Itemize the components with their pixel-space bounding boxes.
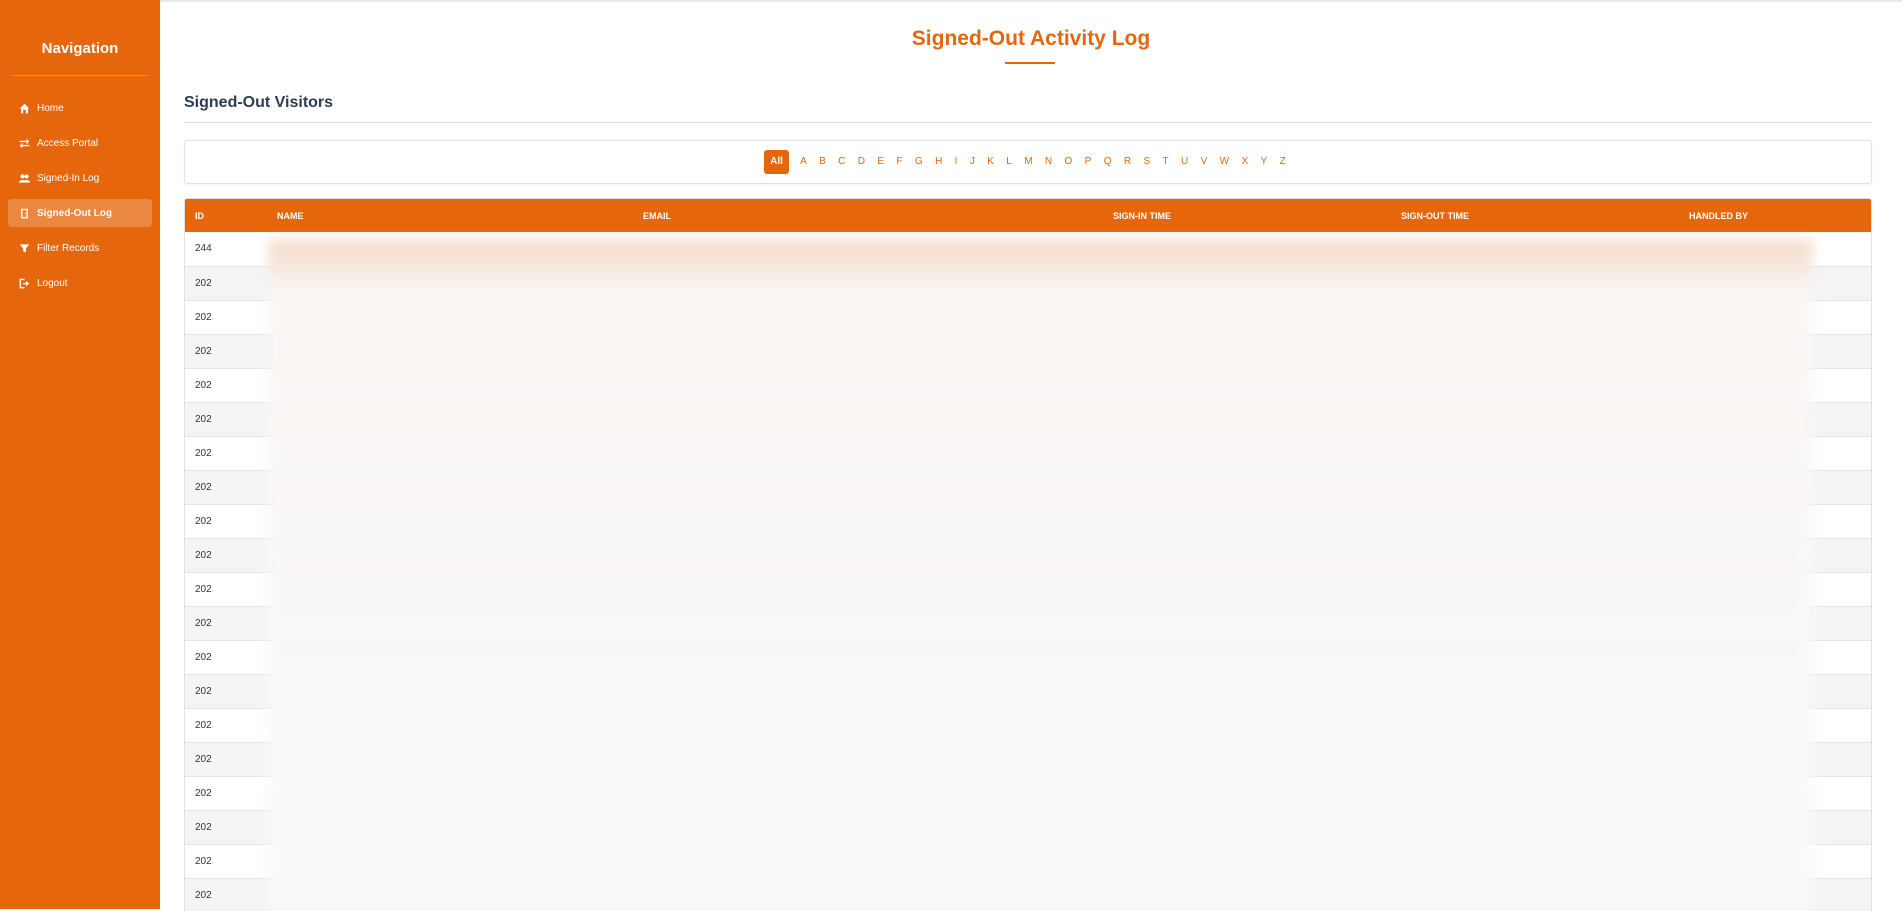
alphabet-filter-f[interactable]: F [890,150,908,174]
cell-id: 202 [185,266,267,301]
door-icon [18,207,30,219]
alphabet-filter-n[interactable]: N [1039,150,1059,174]
redacted-content-blur [268,240,1813,909]
cell-id: 202 [185,708,267,743]
title-underline [1005,62,1055,64]
cell-id: 202 [185,504,267,539]
alphabet-filter-s[interactable]: S [1137,150,1156,174]
column-header-id[interactable]: ID [185,199,267,232]
section-divider [184,122,1872,123]
cell-id: 244 [185,232,267,267]
column-header-name[interactable]: NAME [267,199,633,232]
alphabet-filter-d[interactable]: D [852,150,872,174]
cell-id: 202 [185,402,267,437]
cell-id: 202 [185,640,267,675]
alphabet-filter-c[interactable]: C [832,150,852,174]
column-header-email[interactable]: EMAIL [633,199,1103,232]
sidebar-title: Navigation [12,40,148,76]
filter-icon [18,242,30,254]
alphabet-filter-p[interactable]: P [1078,150,1097,174]
alphabet-filter-t[interactable]: T [1156,150,1174,174]
alphabet-filter-v[interactable]: V [1194,150,1213,174]
sidebar-item-label: Home [37,102,64,114]
alphabet-filter-all[interactable]: All [764,150,789,174]
alphabet-filter-j[interactable]: J [964,150,981,174]
column-header-sign-out-time[interactable]: SIGN-OUT TIME [1391,199,1679,232]
table-header-row: ID NAME EMAIL SIGN-IN TIME SIGN-OUT TIME… [185,199,1871,232]
sidebar-item-signed-out-log[interactable]: Signed-Out Log [8,199,152,227]
users-icon [18,172,30,184]
section-title: Signed-Out Visitors [184,94,334,111]
cell-id: 202 [185,470,267,505]
alphabet-filter-q[interactable]: Q [1098,150,1118,174]
alphabet-filter-l[interactable]: L [1000,150,1018,174]
sidebar-item-label: Access Portal [37,137,99,149]
alphabet-filter-i[interactable]: I [948,150,963,174]
sidebar-item-access-portal[interactable]: Access Portal [8,129,152,157]
alphabet-filter-x[interactable]: X [1235,150,1254,174]
cell-id: 202 [185,436,267,471]
cell-id: 202 [185,674,267,709]
cell-id: 202 [185,334,267,369]
column-header-handled-by[interactable]: HANDLED BY [1679,199,1871,232]
cell-id: 202 [185,878,267,911]
exchange-icon [18,137,30,149]
cell-id: 202 [185,742,267,777]
alphabet-filter-g[interactable]: G [909,150,929,174]
alphabet-filter: All A B C D E F G H I J K L M N O P Q R S T U V W X Y Z [184,140,1872,184]
alphabet-filter-h[interactable]: H [929,150,949,174]
home-icon [18,102,30,114]
alphabet-filter-b[interactable]: B [813,150,832,174]
alphabet-filter-o[interactable]: O [1058,150,1078,174]
alphabet-filter-m[interactable]: M [1018,150,1039,174]
cell-id: 202 [185,538,267,573]
alphabet-filter-u[interactable]: U [1175,150,1195,174]
logout-icon [18,277,30,289]
sidebar-item-home[interactable]: Home [8,94,152,122]
sidebar-item-logout[interactable]: Logout [8,269,152,297]
cell-id: 202 [185,606,267,641]
sidebar-item-filter-records[interactable]: Filter Records [8,234,152,262]
alphabet-filter-r[interactable]: R [1118,150,1138,174]
sidebar-item-label: Signed-Out Log [37,207,112,219]
alphabet-filter-k[interactable]: K [981,150,1000,174]
sidebar-item-signed-in-log[interactable]: Signed-In Log [8,164,152,192]
sidebar-nav: Home Access Portal Signed-In Log Signed-… [0,94,160,297]
alphabet-filter-z[interactable]: Z [1273,150,1291,174]
cell-id: 202 [185,844,267,879]
sidebar-item-label: Logout [37,277,68,289]
alphabet-filter-e[interactable]: E [871,150,890,174]
cell-id: 202 [185,776,267,811]
sidebar: Navigation Home Access Portal Signed-In … [0,0,160,909]
cell-id: 202 [185,572,267,607]
alphabet-filter-y[interactable]: Y [1254,150,1273,174]
alphabet-filter-a[interactable]: A [794,150,813,174]
page-title: Signed-Out Activity Log [911,27,1151,50]
alphabet-filter-w[interactable]: W [1213,150,1235,174]
sidebar-item-label: Signed-In Log [37,172,100,184]
column-header-sign-in-time[interactable]: SIGN-IN TIME [1103,199,1391,232]
sidebar-item-label: Filter Records [37,242,100,254]
cell-id: 202 [185,300,267,335]
cell-id: 202 [185,810,267,845]
cell-id: 202 [185,368,267,403]
